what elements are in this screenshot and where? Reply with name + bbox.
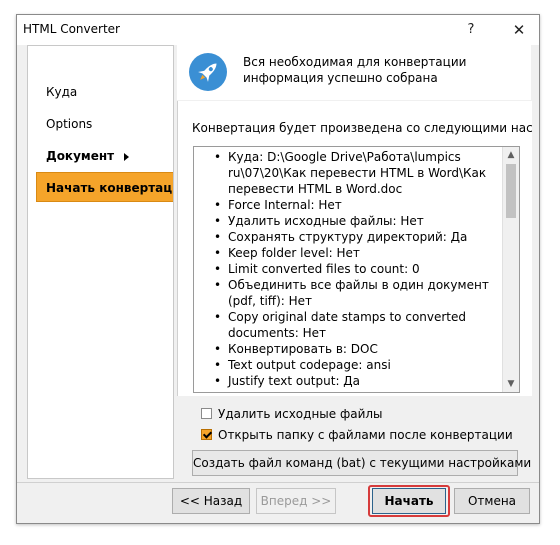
help-button[interactable]: ? — [459, 19, 483, 41]
wizard-sidebar: Куда Options Документ Начать конвертацию — [27, 45, 174, 479]
header-line-1: Вся необходимая для конвертации — [243, 55, 467, 69]
list-item: Куда: D:\Google Drive\Работа\lumpics ru\… — [214, 149, 510, 197]
list-item: Объединить все файлы в один документ (pd… — [214, 277, 510, 309]
summary-list: Куда: D:\Google Drive\Работа\lumpics ru\… — [200, 149, 510, 389]
footer-divider — [17, 482, 539, 483]
list-item: Copy original date stamps to converted d… — [214, 309, 510, 341]
scroll-down-icon[interactable]: ▼ — [503, 376, 519, 392]
create-bat-button[interactable]: Создать файл команд (bat) с текущими нас… — [192, 450, 531, 476]
scroll-up-icon[interactable]: ▲ — [503, 147, 519, 163]
header-line-2: информация успешно собрана — [243, 71, 438, 85]
delete-source-option[interactable]: Удалить исходные файлы — [201, 404, 383, 424]
summary-panel: Конвертация будет произведена со следующ… — [177, 101, 532, 396]
list-item: Force Internal: Нет — [214, 197, 510, 213]
open-folder-checkbox[interactable] — [201, 429, 212, 440]
sidebar-item-destination[interactable]: Куда — [28, 77, 173, 107]
delete-source-checkbox[interactable] — [201, 408, 212, 419]
cancel-button[interactable]: Отмена — [454, 488, 530, 514]
list-item: Justify text output: Да — [214, 373, 510, 389]
list-item: Конвертировать в: DOC — [214, 341, 510, 357]
list-item: Limit converted files to count: 0 — [214, 261, 510, 277]
list-item: Text output codepage: ansi — [214, 357, 510, 373]
sidebar-item-document[interactable]: Документ — [28, 141, 173, 171]
vertical-scrollbar[interactable]: ▲ ▼ — [502, 147, 519, 392]
close-button[interactable]: ✕ — [507, 19, 531, 41]
rocket-icon — [189, 53, 227, 91]
title-bar: HTML Converter ? ✕ — [17, 15, 539, 45]
sidebar-item-label: Начать конвертацию — [46, 181, 173, 195]
sidebar-item-start-conversion[interactable]: Начать конвертацию — [36, 172, 173, 202]
sidebar-item-label: Options — [46, 117, 93, 131]
open-folder-label: Открыть папку с файлами после конвертаци… — [218, 428, 513, 442]
open-folder-option[interactable]: Открыть папку с файлами после конвертаци… — [201, 425, 513, 445]
next-button[interactable]: Вперед >> — [256, 488, 336, 514]
converter-dialog: HTML Converter ? ✕ Куда Options Документ… — [16, 14, 540, 524]
sidebar-item-options[interactable]: Options — [28, 109, 173, 139]
start-button[interactable]: Начать — [372, 488, 446, 514]
header-message: Вся необходимая для конвертации информац… — [243, 54, 523, 86]
summary-intro: Конвертация будет произведена со следующ… — [192, 121, 532, 135]
back-button[interactable]: << Назад — [172, 488, 250, 514]
list-item: Сохранять структуру директорий: Да — [214, 229, 510, 245]
list-item: Keep folder level: Нет — [214, 245, 510, 261]
sidebar-item-label: Документ — [46, 149, 115, 163]
scrollbar-thumb[interactable] — [506, 164, 516, 218]
sidebar-item-label: Куда — [46, 85, 78, 99]
list-item: Удалить исходные файлы: Нет — [214, 213, 510, 229]
settings-summary-list[interactable]: Куда: D:\Google Drive\Работа\lumpics ru\… — [193, 146, 520, 393]
window-title: HTML Converter — [23, 22, 120, 36]
expand-arrow-icon — [124, 152, 130, 161]
delete-source-label: Удалить исходные файлы — [218, 407, 383, 421]
step-header: Вся необходимая для конвертации информац… — [177, 45, 531, 100]
